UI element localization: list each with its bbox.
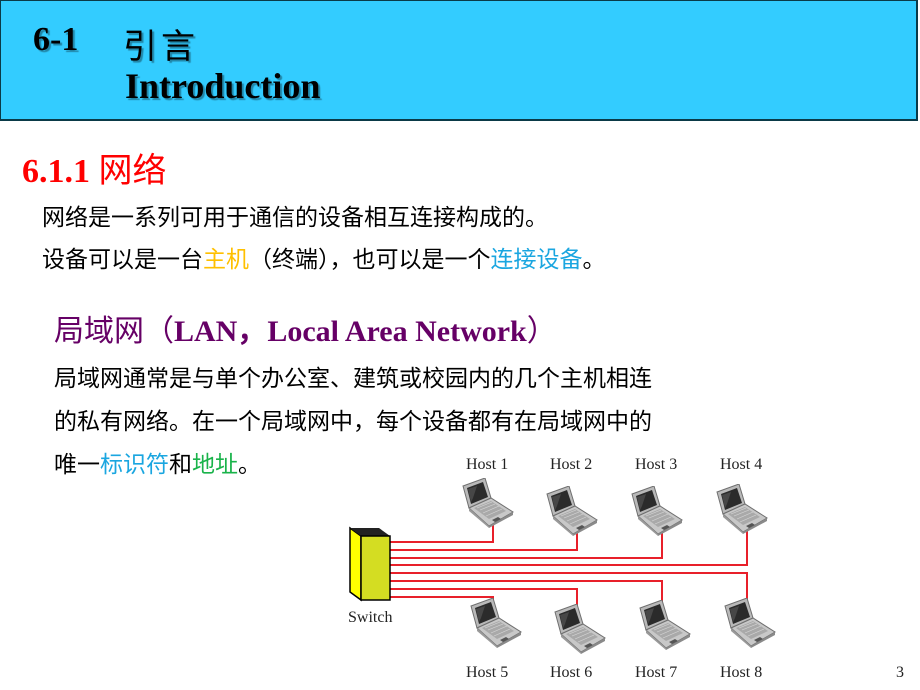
host-label: Host 3 <box>635 456 677 473</box>
laptop-icon <box>716 484 768 534</box>
cable-host-3 <box>390 532 663 559</box>
host-label: Host 6 <box>550 664 592 681</box>
cable-host-5 <box>390 596 494 604</box>
laptop-icon <box>631 486 683 536</box>
laptop-icon <box>462 478 514 528</box>
cable-host-1 <box>390 524 494 543</box>
network-cables <box>390 524 748 610</box>
laptop-icon <box>470 598 522 648</box>
host-label: Host 5 <box>466 664 508 681</box>
page-number: 3 <box>896 664 904 681</box>
host-label: Host 8 <box>720 664 762 681</box>
laptop-icon <box>639 600 691 650</box>
laptop-icon <box>554 604 606 654</box>
host-label: Host 4 <box>720 456 762 473</box>
hosts: Host 1 Host 2 Host 3 Host 4 Host 5 Host 6 Host… <box>462 456 776 681</box>
switch-icon <box>349 526 391 602</box>
host-label: Host 2 <box>550 456 592 473</box>
lan-diagram: Switch Host 1 Host 2 Host 3 Host 4Host 5 Hos… <box>348 456 776 681</box>
switch-label: Switch <box>348 609 392 626</box>
cable-host-4 <box>390 530 748 566</box>
host-label: Host 7 <box>635 664 677 681</box>
laptop-icon <box>724 598 776 648</box>
host-label: Host 1 <box>466 456 508 473</box>
cable-host-7 <box>390 580 663 606</box>
laptop-icon <box>546 486 598 536</box>
